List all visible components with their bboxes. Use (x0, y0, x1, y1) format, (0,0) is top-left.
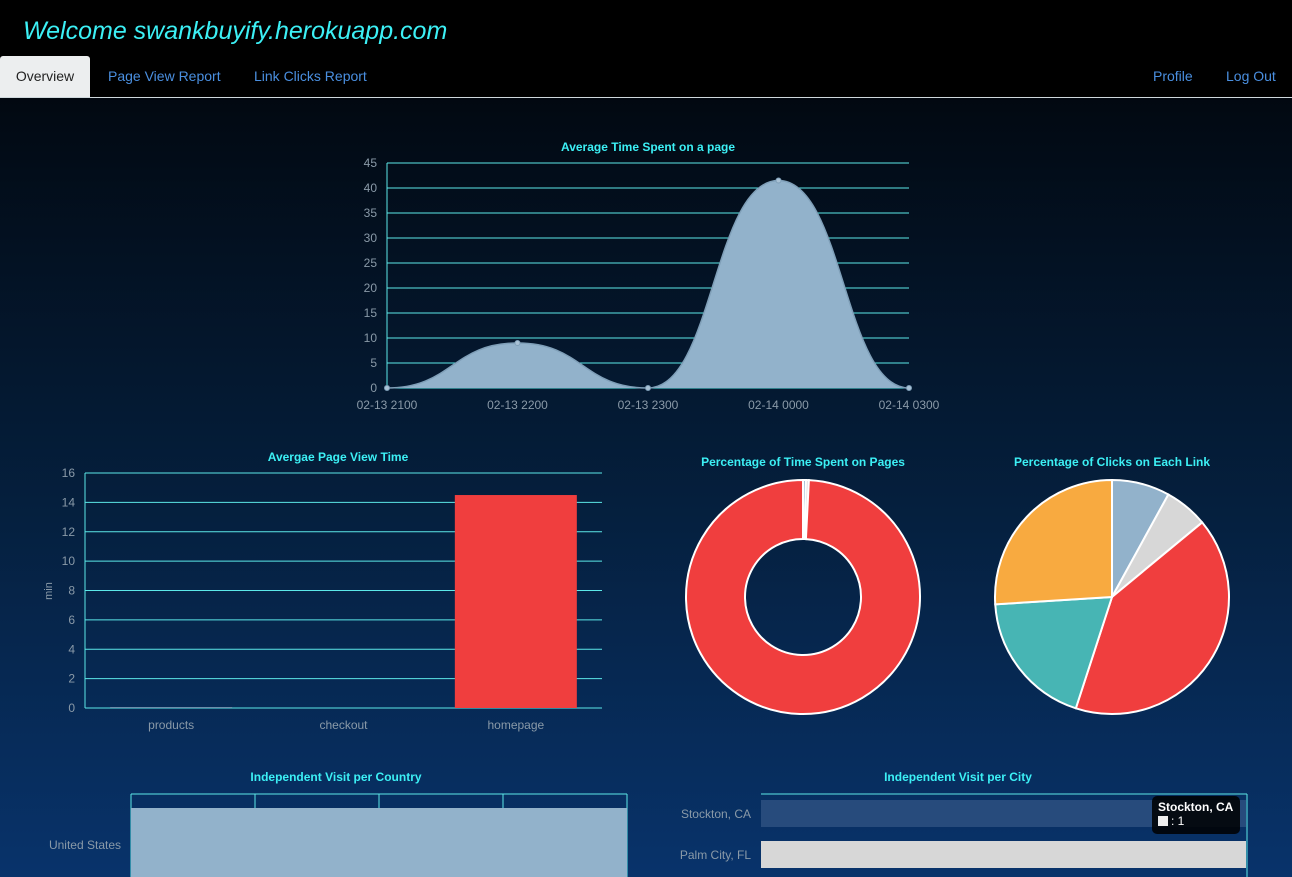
chart-title: Independent Visit per City (884, 770, 1032, 784)
bar (110, 707, 233, 708)
pie-slice (994, 478, 1113, 606)
y-tick-label: 0 (68, 701, 75, 715)
y-tick-label: 6 (68, 613, 75, 627)
dashboard-charts: Average Time Spent on a page051015202530… (43, 140, 1248, 877)
data-point (384, 385, 390, 391)
y-tick-label: Stockton, CA (681, 807, 751, 821)
chart-title: Percentage of Clicks on Each Link (1014, 455, 1210, 469)
y-tick-label: 25 (364, 256, 378, 270)
y-tick-label: 20 (364, 281, 378, 295)
y-tick-label: 5 (370, 356, 377, 370)
x-tick-label: 02-13 2100 (357, 398, 418, 412)
data-point (906, 385, 912, 391)
y-tick-label: 40 (364, 181, 378, 195)
y-tick-label: 8 (68, 584, 75, 598)
tooltip-title: Stockton, CA (1158, 800, 1234, 814)
bar (454, 495, 577, 708)
y-tick-label: 45 (364, 156, 378, 170)
y-tick-label: 4 (68, 642, 75, 656)
y-tick-label: 10 (364, 331, 378, 345)
chart-title: Percentage of Time Spent on Pages (701, 455, 905, 469)
chart-title: Avergae Page View Time (268, 450, 409, 464)
chart-title: Average Time Spent on a page (561, 140, 735, 154)
x-tick-label: homepage (487, 718, 544, 732)
y-tick-label: 14 (62, 495, 76, 509)
bar (131, 808, 627, 877)
y-tick-label: 12 (62, 525, 76, 539)
y-tick-label: Palm City, FL (680, 848, 751, 862)
chart-tooltip: Stockton, CA : 1 (1152, 796, 1240, 834)
y-tick-label: 15 (364, 306, 378, 320)
y-tick-label: United States (49, 838, 121, 852)
x-tick-label: 02-14 0300 (879, 398, 940, 412)
chart-title: Independent Visit per Country (250, 770, 421, 784)
y-tick-label: 10 (62, 554, 76, 568)
data-point (514, 340, 521, 346)
tooltip-swatch (1158, 816, 1168, 826)
y-tick-label: 35 (364, 206, 378, 220)
x-tick-label: 02-13 2300 (618, 398, 679, 412)
y-tick-label: 0 (370, 381, 377, 395)
y-tick-label: 30 (364, 231, 378, 245)
x-tick-label: products (148, 718, 194, 732)
pie-slice (685, 478, 921, 715)
data-point (645, 385, 651, 391)
x-tick-label: 02-14 0000 (748, 398, 809, 412)
x-tick-label: checkout (319, 718, 368, 732)
data-point (775, 177, 782, 184)
bar (761, 841, 1246, 868)
y-tick-label: 16 (62, 466, 76, 480)
y-axis-label: min (43, 582, 55, 600)
tooltip-value: : 1 (1171, 814, 1185, 828)
x-tick-label: 02-13 2200 (487, 398, 548, 412)
y-tick-label: 2 (68, 672, 75, 686)
